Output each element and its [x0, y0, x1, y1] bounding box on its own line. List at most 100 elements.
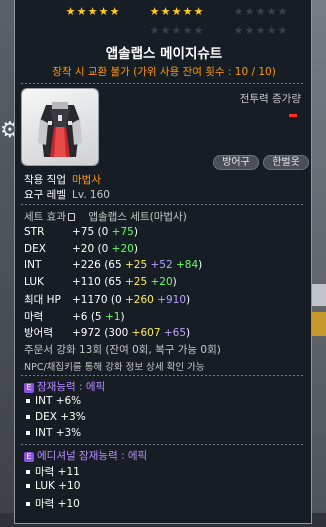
- star-empty-icon: ★: [149, 24, 160, 37]
- set-effect-label: 세트 효과: [24, 211, 66, 223]
- star-empty-icon: ★: [277, 5, 288, 18]
- star-filled-icon: ★: [109, 5, 120, 18]
- stat-bonus: +1: [104, 310, 121, 323]
- stat-row: DEX +20 (0 +20): [24, 243, 138, 255]
- stat-bonus: +910: [157, 294, 187, 306]
- additional-potential-header: E 에디셔널 잠재능력 : 에픽: [24, 448, 147, 463]
- required-level-label: 요구 레벨: [24, 189, 66, 201]
- star-filled-icon: ★: [76, 5, 87, 18]
- required-job-value: 마법사: [72, 174, 101, 186]
- item-name: 앱솔랩스 메이지슈트: [105, 46, 223, 62]
- upgrade-row: 주문서 강화 13회 (잔여 0회, 복구 가능 0회): [24, 342, 221, 357]
- combat-power-indicator: [289, 114, 297, 117]
- stat-base: (65: [104, 259, 125, 271]
- stat-name: 최대 HP: [24, 294, 61, 306]
- stat-name: LUK: [24, 275, 44, 288]
- star-empty-icon: ★: [255, 5, 266, 18]
- required-job-row: 착용 직업 마법사: [24, 172, 101, 187]
- epic-grade-icon: E: [24, 383, 34, 393]
- stat-bonus: +607: [131, 327, 164, 339]
- lock-icon: [67, 213, 75, 221]
- mage-suit-icon: [38, 102, 82, 157]
- potential-line-text: 마력 +10: [35, 498, 80, 510]
- potential-line-text: INT +3%: [35, 427, 82, 439]
- bullet-icon: [26, 430, 30, 435]
- bullet-icon: [26, 398, 30, 403]
- tag-armor: 방어구: [213, 155, 259, 170]
- star-empty-icon: ★: [160, 24, 171, 37]
- star-filled-icon: ★: [182, 5, 193, 18]
- star-filled-icon: ★: [171, 5, 182, 18]
- gear-icon: ⚙: [0, 118, 20, 143]
- potential-header: E 잠재능력 : 에픽: [24, 379, 105, 394]
- potential-line: DEX +3%: [24, 411, 86, 423]
- required-level-row: 요구 레벨 Lv. 160: [24, 187, 110, 202]
- stat-base: (65: [104, 275, 125, 288]
- stat-row: 방어력 +972 (300 +607 +65): [24, 325, 190, 340]
- trade-restriction-note: 장착 시 교환 불가 (가위 사용 잔여 횟수 : 10 / 10): [52, 66, 276, 78]
- required-level-value: Lv. 160: [72, 189, 110, 201]
- stat-bonus: +75: [111, 226, 134, 238]
- bullet-icon: [26, 469, 30, 474]
- bullet-icon: [26, 501, 30, 506]
- stat-row: STR +75 (0 +75): [24, 226, 138, 238]
- stat-row: INT +226 (65 +25 +52 +84): [24, 259, 202, 271]
- star-filled-icon: ★: [193, 5, 204, 18]
- stat-close: ): [198, 259, 203, 271]
- divider: [21, 375, 305, 376]
- star-empty-icon: ★: [255, 24, 266, 37]
- stat-base: (0: [97, 242, 112, 255]
- stat-bonus: +20: [150, 275, 173, 288]
- combat-power-label: 전투력 증가량: [239, 93, 301, 105]
- upgrade-note-row: NPC/채집키를 통해 강화 정보 상세 확인 가능: [24, 359, 205, 373]
- stat-name: 마력: [24, 310, 44, 323]
- stat-bonus: +260: [125, 294, 158, 306]
- potential-line-text: LUK +10: [35, 480, 81, 492]
- upgrade-line: 주문서 강화 13회 (잔여 0회, 복구 가능 0회): [24, 344, 221, 356]
- star-empty-icon: ★: [244, 5, 255, 18]
- star-filled-icon: ★: [149, 5, 160, 18]
- potential-line: 마력 +11: [24, 464, 80, 479]
- divider: [21, 83, 305, 84]
- set-effect-row: 세트 효과 앱솔랩스 세트(마법사): [24, 209, 187, 224]
- stat-name: STR: [24, 226, 45, 238]
- star-empty-icon: ★: [233, 5, 244, 18]
- stat-total: +226: [72, 259, 101, 271]
- stat-row: 최대 HP +1170 (0 +260 +910): [24, 292, 190, 307]
- star-empty-icon: ★: [266, 5, 277, 18]
- starforce-row-1: ★★★★★ ★★★★★ ★★★★★: [65, 6, 301, 18]
- stat-bonus: +25: [124, 275, 151, 288]
- stat-row: 마력 +6 (5 +1): [24, 309, 125, 324]
- stat-name: DEX: [24, 242, 46, 255]
- stat-total: +75: [72, 226, 95, 238]
- stat-close: ): [172, 275, 177, 288]
- stat-name: INT: [24, 259, 42, 271]
- potential-line-text: INT +6%: [35, 395, 82, 407]
- stat-base: (0: [110, 294, 125, 306]
- background-window-left: ⚙: [0, 0, 20, 527]
- potential-line: INT +3%: [24, 427, 81, 439]
- additional-potential-title: 에디셔널 잠재능력 : 에픽: [37, 450, 148, 462]
- stat-name: 방어력: [24, 327, 53, 339]
- item-tooltip: ★★★★★ ★★★★★ ★★★★★ ★★★★★ ★★★★★ 앱솔랩스 메이지슈트…: [14, 0, 312, 524]
- stat-total: +20: [72, 242, 95, 255]
- tag-overall: 한벌옷: [263, 155, 309, 170]
- star-empty-icon: ★: [193, 24, 204, 37]
- stat-total: +1170: [72, 294, 108, 306]
- star-filled-icon: ★: [98, 5, 109, 18]
- divider: [21, 444, 305, 445]
- potential-title: 잠재능력 : 에픽: [37, 381, 106, 393]
- divider: [21, 204, 305, 205]
- starforce-row-2: ★★★★★ ★★★★★: [65, 25, 301, 37]
- potential-line: 마력 +10: [24, 496, 80, 511]
- star-filled-icon: ★: [65, 5, 76, 18]
- stat-total: +110: [72, 275, 101, 288]
- star-filled-icon: ★: [87, 5, 98, 18]
- star-empty-icon: ★: [182, 24, 193, 37]
- potential-line-text: 마력 +11: [35, 466, 80, 478]
- background-icon: [312, 312, 326, 336]
- star-empty-icon: ★: [266, 24, 277, 37]
- stat-total: +6: [72, 310, 88, 323]
- stat-close: ): [186, 327, 191, 339]
- epic-grade-icon: E: [24, 452, 34, 462]
